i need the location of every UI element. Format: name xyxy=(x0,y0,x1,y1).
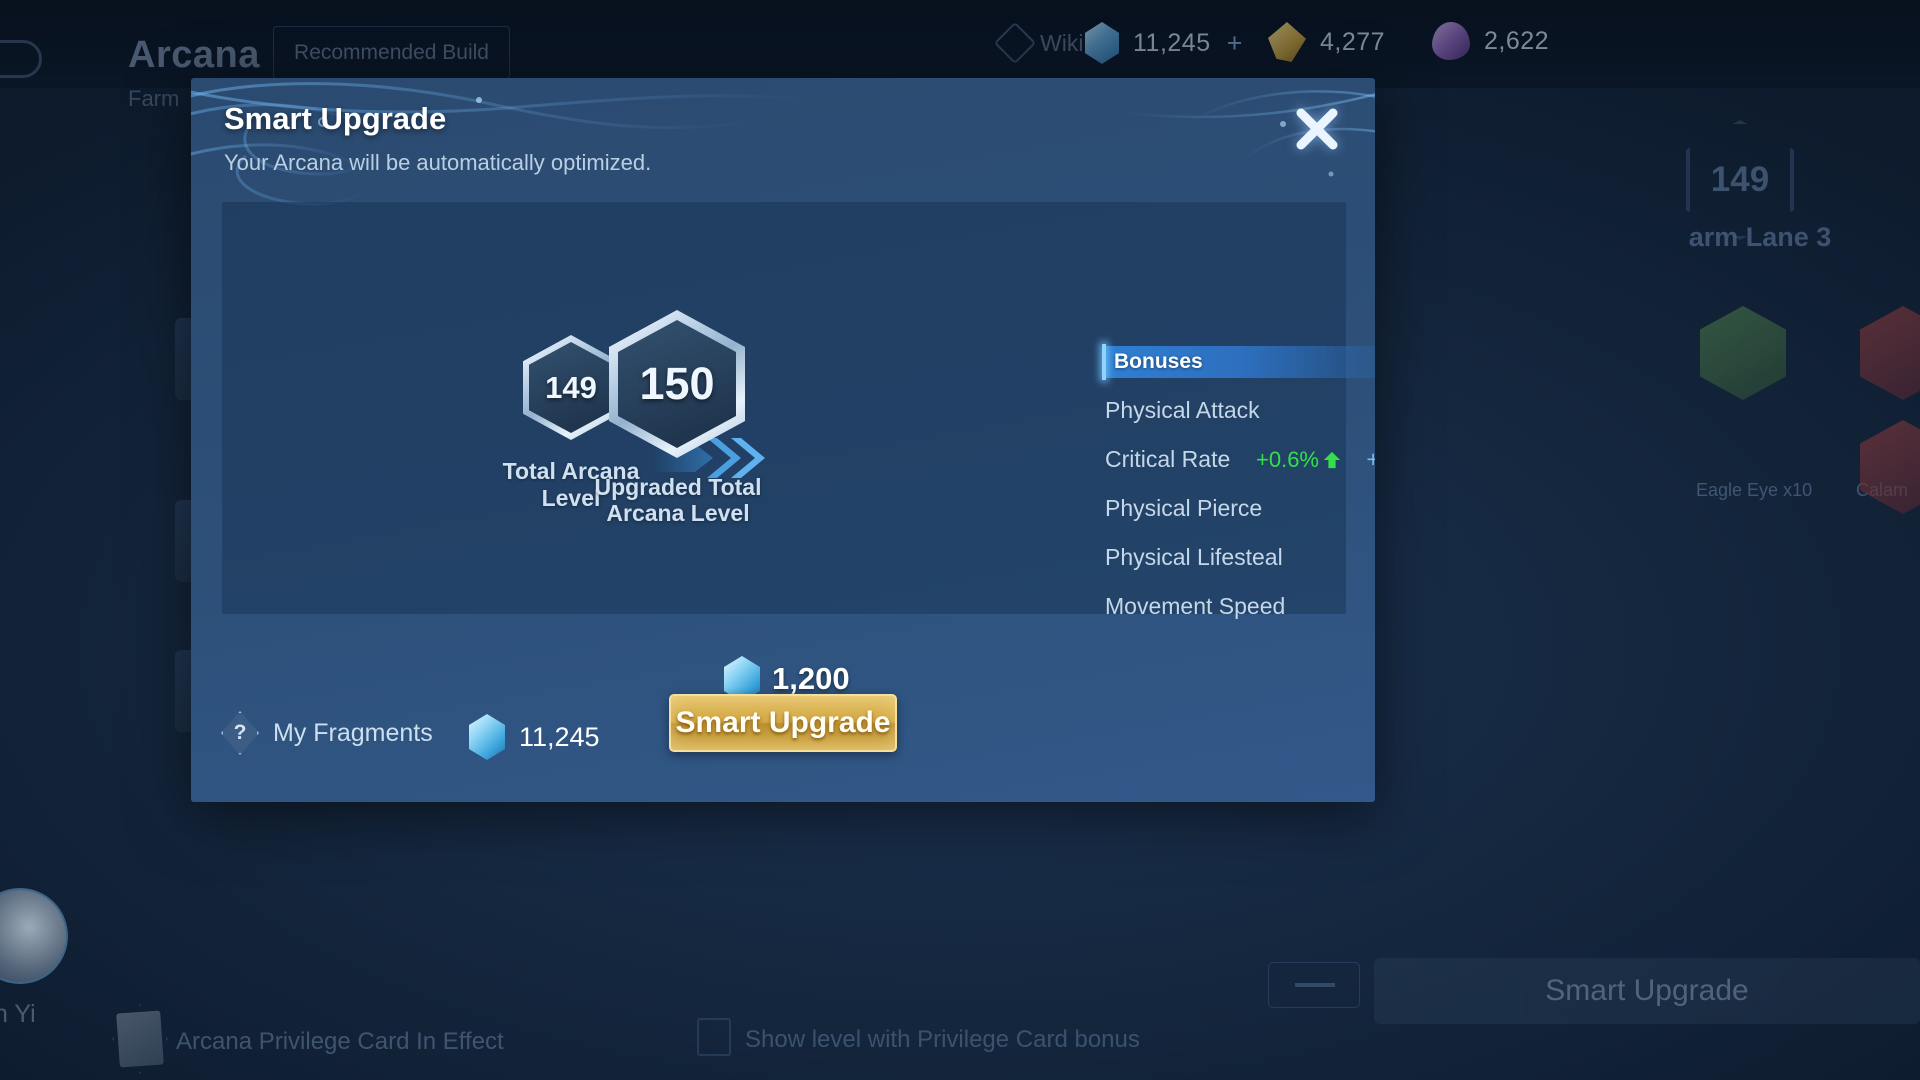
privilege-card-text: Arcana Privilege Card In Effect xyxy=(176,1028,504,1055)
item-icon-calamity-1[interactable] xyxy=(1860,306,1920,400)
wiki-book-icon xyxy=(993,21,1037,65)
recommended-build-button[interactable]: Recommended Build xyxy=(273,26,510,79)
green-up-arrow-icon xyxy=(1323,451,1341,468)
currency-gold[interactable]: 4,277 xyxy=(1268,22,1385,62)
hero-name: n Yi xyxy=(0,1000,36,1028)
bonuses-heading-label: Bonuses xyxy=(1114,350,1203,373)
bonus-label: Critical Rate xyxy=(1105,446,1231,472)
show-level-label: Show level with Privilege Card bonus xyxy=(745,1026,1140,1053)
bonus-row: Movement Speed +6% xyxy=(1105,582,1375,631)
wiki-label: Wiki xyxy=(1040,29,1084,56)
smart-upgrade-button-label: Smart Upgrade xyxy=(675,706,891,739)
show-level-checkbox[interactable] xyxy=(697,1018,731,1056)
fragment-gem-icon xyxy=(1085,22,1119,64)
page-title: Arcana xyxy=(128,34,260,76)
bonuses-heading: Bonuses xyxy=(1102,344,1375,380)
upgraded-level-block: 150 Upgraded Total Arcana Level xyxy=(595,310,761,526)
dialog-subtitle: Your Arcana will be automatically optimi… xyxy=(224,150,652,175)
bonus-label: Physical Pierce xyxy=(1105,495,1263,521)
fragments-balance: 11,245 xyxy=(469,714,600,760)
smart-upgrade-dialog: Smart Upgrade Your Arcana will be automa… xyxy=(191,78,1375,802)
smart-upgrade-button[interactable]: Smart Upgrade xyxy=(669,694,897,752)
bonus-value: +15.4% xyxy=(1366,445,1375,472)
currency-fragments[interactable]: 11,245 + xyxy=(1085,22,1242,64)
bonus-label: Movement Speed xyxy=(1105,593,1286,619)
privilege-card-icon xyxy=(116,1010,164,1068)
background-smart-upgrade-button[interactable]: Smart Upgrade xyxy=(1374,958,1920,1024)
add-currency-icon[interactable]: + xyxy=(1227,28,1243,59)
wiki-button[interactable]: Wiki xyxy=(993,21,1084,65)
current-level-block: 149 Total Arcana Level xyxy=(503,335,639,511)
current-level-value: 149 xyxy=(545,369,597,405)
dialog-title: Smart Upgrade xyxy=(224,101,447,136)
upgrade-cost-value: 1,200 xyxy=(772,661,850,696)
back-arrow-icon[interactable] xyxy=(0,40,42,78)
fragment-gem-icon xyxy=(469,714,505,760)
current-level-hexagon: 149 xyxy=(523,335,619,440)
bonus-row: Physical Lifesteal +6.4% xyxy=(1105,533,1375,582)
item-icon-eagle-eye[interactable] xyxy=(1700,306,1786,400)
my-fragments-label: My Fragments xyxy=(273,718,433,747)
bonus-row: Physical Pierce +64 xyxy=(1105,484,1375,533)
bonus-row: Physical Attack +9 xyxy=(1105,386,1375,435)
currency-value: 4,277 xyxy=(1320,27,1386,56)
bonus-label: Physical Lifesteal xyxy=(1105,544,1283,570)
bonus-delta-value: +0.6% xyxy=(1256,446,1319,472)
bonuses-list: Physical Attack +9 Critical Rate +0.6% +… xyxy=(1105,386,1375,631)
item-label: Eagle Eye x10 xyxy=(1696,480,1813,500)
currency-value: 2,622 xyxy=(1484,26,1550,55)
question-mark-icon[interactable]: ? xyxy=(221,711,259,755)
lane-label: arm Lane 3 xyxy=(1688,222,1832,252)
currency-purple[interactable]: 2,622 xyxy=(1432,22,1549,60)
hero-avatar[interactable] xyxy=(0,888,68,984)
close-x-icon[interactable] xyxy=(1286,98,1348,160)
bonus-row: Critical Rate +0.6% +15.4% xyxy=(1105,435,1375,484)
page-subtitle: Farm xyxy=(128,86,180,111)
bonus-label: Physical Attack xyxy=(1105,397,1260,423)
gold-emblem-icon xyxy=(1268,22,1306,62)
game-screen: Arcana Farm Recommended Build Wiki 11,24… xyxy=(0,0,1920,1080)
quantity-stepper[interactable] xyxy=(1268,962,1360,1008)
upgraded-level-hexagon: 150 xyxy=(609,310,745,458)
upgraded-level-caption: Upgraded Total Arcana Level xyxy=(594,474,762,526)
background-level-value: 149 xyxy=(1710,160,1770,199)
currency-value: 11,245 xyxy=(1133,28,1211,57)
purple-orb-icon xyxy=(1432,22,1470,60)
my-fragments-info[interactable]: ? My Fragments xyxy=(221,711,433,755)
upgraded-level-value: 150 xyxy=(639,358,715,409)
bonus-delta: +0.6% xyxy=(1256,447,1341,473)
fragments-balance-value: 11,245 xyxy=(519,721,600,752)
